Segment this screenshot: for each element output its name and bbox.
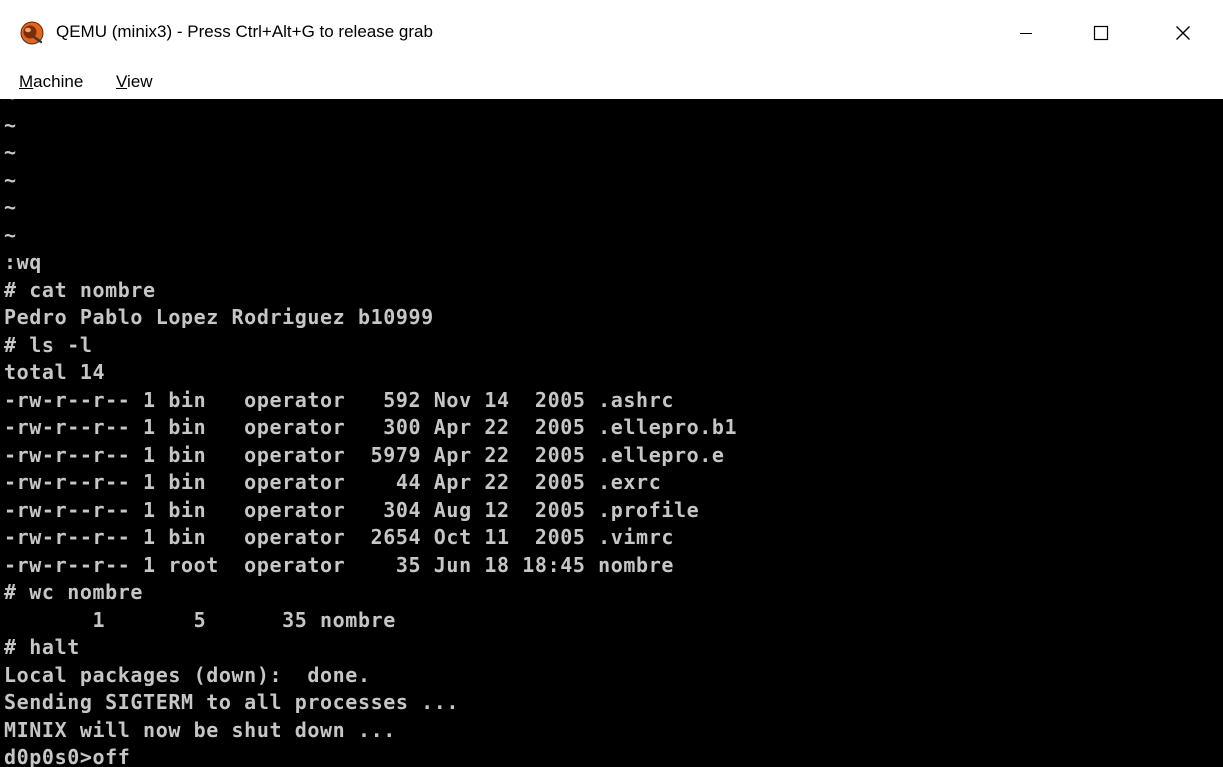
menu-machine-label: achine xyxy=(33,72,84,91)
close-icon xyxy=(1176,26,1190,40)
terminal-line: -rw-r--r-- 1 bin operator 592 Nov 14 200… xyxy=(4,387,674,412)
window-title: QEMU (minix3) - Press Ctrl+Alt+G to rele… xyxy=(56,22,433,41)
menu-bar: Machine View xyxy=(0,66,1223,99)
terminal-line: ~ xyxy=(4,167,17,192)
menu-view-label: iew xyxy=(127,72,153,91)
terminal-line: ~ xyxy=(4,222,17,247)
maximize-button[interactable] xyxy=(1066,0,1136,66)
terminal-line: -rw-r--r-- 1 bin operator 44 Apr 22 2005… xyxy=(4,470,662,494)
minimize-icon xyxy=(1020,33,1032,34)
terminal-line: -rw-r--r-- 1 bin operator 304 Aug 12 200… xyxy=(4,497,700,522)
terminal-line: ~ xyxy=(4,140,17,164)
terminal-line: 1 5 35 nombre xyxy=(4,607,396,632)
terminal-line: -rw-r--r-- 1 bin operator 2654 Oct 11 20… xyxy=(4,525,674,549)
terminal-line: Local packages (down): done. xyxy=(4,662,371,687)
terminal-line: -rw-r--r-- 1 root operator 35 Jun 18 18:… xyxy=(4,552,674,577)
menu-machine[interactable]: Machine xyxy=(17,69,85,95)
qemu-window: QEMU (minix3) - Press Ctrl+Alt+G to rele… xyxy=(0,0,1223,767)
terminal-line: ~ xyxy=(4,99,17,111)
menu-machine-mnemonic: M xyxy=(19,72,34,91)
terminal-line: :wq xyxy=(4,250,42,274)
terminal-line: MINIX will now be shut down ... xyxy=(4,717,396,742)
terminal-line: -rw-r--r-- 1 bin operator 5979 Apr 22 20… xyxy=(4,442,725,467)
terminal-line: ~ xyxy=(4,195,17,219)
minimize-button[interactable] xyxy=(991,0,1061,66)
terminal-line: # cat nombre xyxy=(4,277,156,302)
qemu-icon[interactable] xyxy=(20,21,44,45)
terminal-screen[interactable]: ~~~~~~:wq# cat nombrePedro Pablo Lopez R… xyxy=(0,99,1223,767)
maximize-icon xyxy=(1093,25,1109,41)
terminal-line: # halt xyxy=(4,635,80,659)
terminal-line: # wc nombre xyxy=(4,580,144,604)
menu-view[interactable]: View xyxy=(114,69,155,95)
terminal-line: -rw-r--r-- 1 bin operator 300 Apr 22 200… xyxy=(4,415,738,439)
terminal-line: total 14 xyxy=(4,360,106,384)
terminal-line: ~ xyxy=(4,112,17,137)
terminal-line: d0p0s0>off xyxy=(4,745,131,767)
terminal-line: # ls -l xyxy=(4,332,93,357)
menu-view-mnemonic: V xyxy=(116,72,128,91)
title-bar[interactable]: QEMU (minix3) - Press Ctrl+Alt+G to rele… xyxy=(0,0,1223,66)
terminal-line: Sending SIGTERM to all processes ... xyxy=(4,690,460,714)
close-button[interactable] xyxy=(1143,0,1223,66)
terminal-line: Pedro Pablo Lopez Rodriguez b10999 xyxy=(4,305,434,329)
